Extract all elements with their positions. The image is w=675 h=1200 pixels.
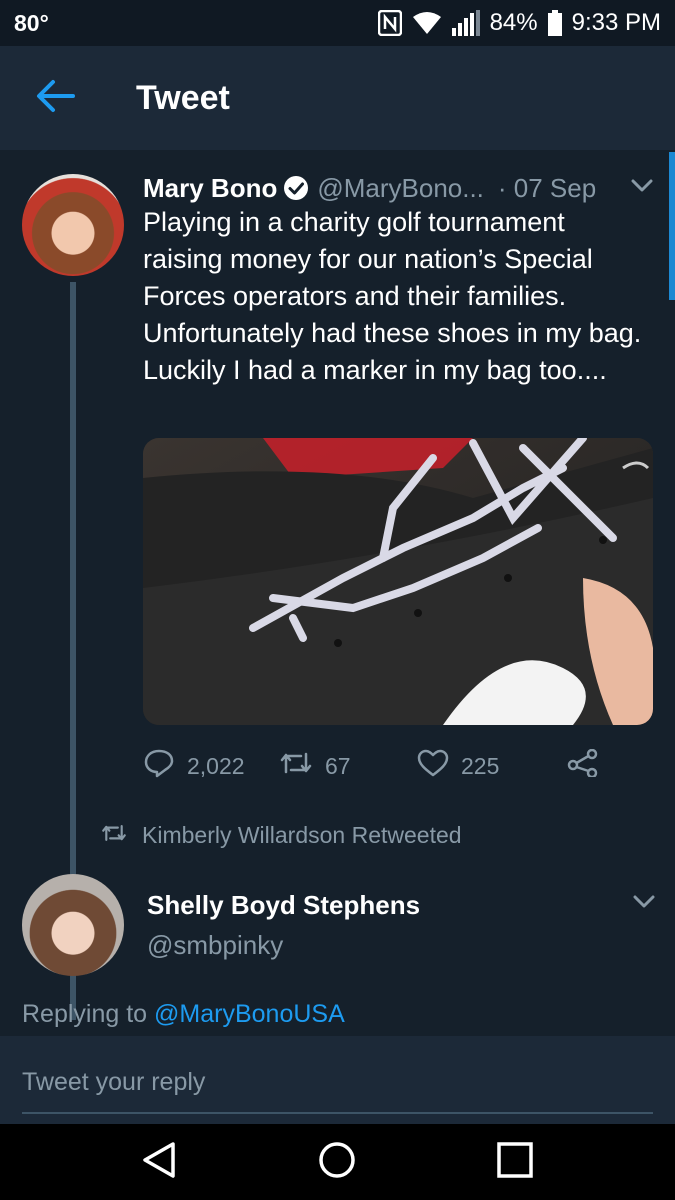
reply-count: 2,022	[187, 752, 245, 779]
battery-percent: 84%	[489, 9, 538, 36]
system-navigation-bar	[0, 1124, 675, 1200]
input-underline	[22, 1112, 653, 1114]
like-count: 225	[461, 752, 500, 779]
triangle-back-icon	[141, 1141, 177, 1184]
golf-shoe-image	[143, 438, 653, 725]
app-bar: Tweet	[0, 46, 675, 150]
heart-icon	[417, 749, 449, 783]
author-handle[interactable]: @MaryBono...	[317, 173, 484, 204]
chevron-down-icon[interactable]	[630, 178, 654, 199]
tweet-text: Playing in a charity golf tournament rai…	[143, 207, 642, 385]
scrollbar-thumb[interactable]	[669, 152, 675, 300]
retweet-notice[interactable]: Kimberly Willardson Retweeted	[100, 822, 462, 849]
temperature-indicator: 80°	[14, 9, 49, 36]
tweet-thread[interactable]: Mary Bono @MaryBono... · 07 Sep Playing …	[0, 150, 675, 1036]
retweet-count: 67	[325, 752, 351, 779]
replying-to-link[interactable]: @MaryBonoUSA	[154, 1000, 345, 1028]
chevron-down-icon[interactable]	[632, 894, 656, 915]
arrow-left-icon	[35, 79, 75, 118]
wifi-icon	[412, 11, 442, 35]
home-nav-button[interactable]	[282, 1124, 392, 1200]
retweet-icon	[100, 822, 128, 849]
like-button[interactable]: 225	[417, 749, 557, 783]
retweet-notice-text: Kimberly Willardson Retweeted	[142, 822, 462, 848]
back-button[interactable]	[0, 46, 110, 150]
circle-home-icon	[318, 1141, 356, 1184]
recents-nav-button[interactable]	[460, 1124, 570, 1200]
nfc-icon	[377, 10, 402, 36]
replying-prefix: Replying to	[22, 1000, 155, 1028]
reply-icon	[143, 748, 175, 784]
battery-icon	[547, 10, 562, 36]
replying-to: Replying to @MaryBonoUSA	[22, 1000, 345, 1029]
verified-badge-icon	[283, 175, 309, 201]
tweet-header: Mary Bono @MaryBono... · 07 Sep	[143, 168, 663, 208]
reply-author-handle[interactable]: @smbpinky	[147, 930, 283, 961]
signal-icon	[451, 10, 480, 36]
reply-input[interactable]: Tweet your reply	[22, 1068, 205, 1097]
share-button[interactable]	[567, 748, 599, 783]
avatar[interactable]	[22, 874, 124, 976]
reply-author-name[interactable]: Shelly Boyd Stephens	[147, 890, 420, 921]
page-title: Tweet	[136, 78, 230, 117]
status-icons: 84% 9:33 PM	[377, 9, 661, 37]
tweet-photo[interactable]	[143, 438, 653, 725]
back-nav-button[interactable]	[104, 1124, 214, 1200]
retweet-icon	[279, 750, 313, 782]
reply-composer[interactable]: Tweet your reply	[0, 1036, 675, 1124]
share-icon	[567, 748, 599, 783]
retweet-button[interactable]: 67	[279, 750, 417, 782]
reply-button[interactable]: 2,022	[143, 748, 271, 784]
avatar[interactable]	[22, 174, 124, 276]
tweet-actions: 2,022 67 225	[143, 746, 653, 786]
author-name[interactable]: Mary Bono	[143, 173, 277, 204]
status-bar: 80° 84% 9:33 PM	[0, 0, 675, 46]
tweet-date[interactable]: · 07 Sep	[498, 173, 596, 204]
clock: 9:33 PM	[571, 9, 661, 36]
square-recents-icon	[497, 1141, 533, 1183]
